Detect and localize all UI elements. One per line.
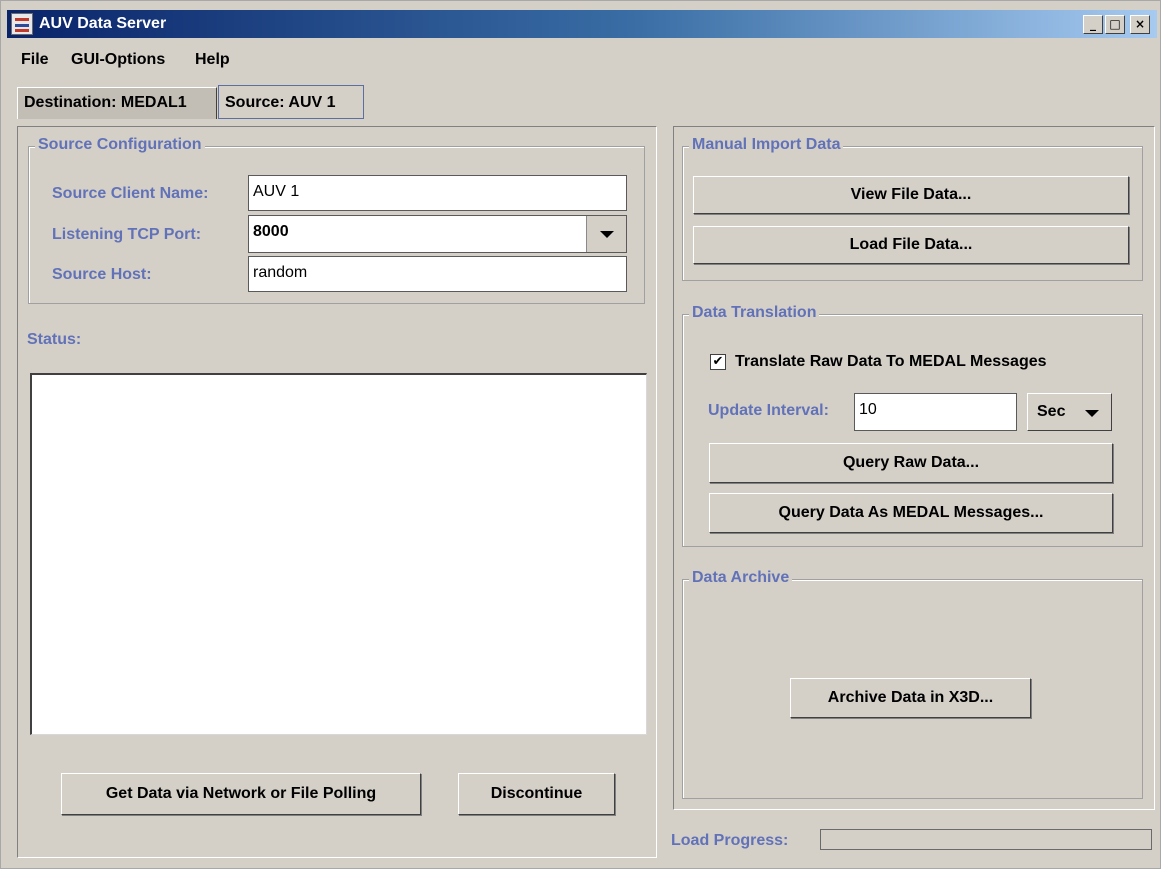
minimize-icon[interactable]: _ (1083, 15, 1103, 34)
interval-unit-value: Sec (1037, 403, 1066, 420)
checkmark-icon[interactable]: ✔ (710, 354, 726, 370)
archive-x3d-button[interactable]: Archive Data in X3D... (790, 678, 1031, 718)
interval-unit-combo[interactable]: Sec (1027, 393, 1112, 431)
menu-file[interactable]: File (21, 51, 49, 69)
load-progress-label: Load Progress: (671, 832, 789, 849)
source-client-name-label: Source Client Name: (52, 185, 209, 202)
app-icon (11, 13, 33, 35)
update-interval-field[interactable]: 10 (854, 393, 1017, 431)
load-file-data-button[interactable]: Load File Data... (693, 226, 1129, 264)
window-title: AUV Data Server (39, 15, 167, 32)
data-archive-title: Data Archive (689, 569, 793, 587)
source-client-name-field[interactable]: AUV 1 (248, 175, 627, 211)
status-label: Status: (27, 331, 82, 348)
app-window: AUV Data Server _ □ × File GUI-Options H… (0, 0, 1161, 869)
tab-source[interactable]: Source: AUV 1 (218, 85, 364, 119)
chevron-down-icon[interactable] (586, 216, 626, 252)
chevron-down-icon[interactable] (1085, 410, 1099, 417)
tab-destination[interactable]: Destination: MEDAL1 (17, 87, 217, 119)
manual-import-title: Manual Import Data (689, 136, 844, 154)
view-file-data-button[interactable]: View File Data... (693, 176, 1129, 214)
menu-bar: File GUI-Options Help (7, 41, 1157, 77)
maximize-icon[interactable]: □ (1105, 15, 1125, 34)
source-configuration-title: Source Configuration (35, 136, 205, 154)
menu-gui-options[interactable]: GUI-Options (71, 51, 165, 69)
query-medal-messages-button[interactable]: Query Data As MEDAL Messages... (709, 493, 1113, 533)
close-icon[interactable]: × (1130, 15, 1150, 34)
data-translation-title: Data Translation (689, 304, 820, 322)
source-host-label: Source Host: (52, 266, 152, 283)
translate-checkbox-label[interactable]: Translate Raw Data To MEDAL Messages (735, 353, 1047, 371)
tcp-port-value: 8000 (253, 223, 289, 240)
load-progress-bar (820, 829, 1152, 850)
menu-help[interactable]: Help (195, 51, 230, 69)
query-raw-data-button[interactable]: Query Raw Data... (709, 443, 1113, 483)
update-interval-label: Update Interval: (708, 402, 829, 419)
discontinue-button[interactable]: Discontinue (458, 773, 615, 815)
status-text-area[interactable] (30, 373, 647, 735)
listening-tcp-port-combo[interactable]: 8000 (248, 215, 627, 253)
source-host-field[interactable]: random (248, 256, 627, 292)
get-data-button[interactable]: Get Data via Network or File Polling (61, 773, 421, 815)
title-bar[interactable]: AUV Data Server _ □ × (7, 10, 1157, 38)
listening-tcp-port-label: Listening TCP Port: (52, 226, 202, 243)
